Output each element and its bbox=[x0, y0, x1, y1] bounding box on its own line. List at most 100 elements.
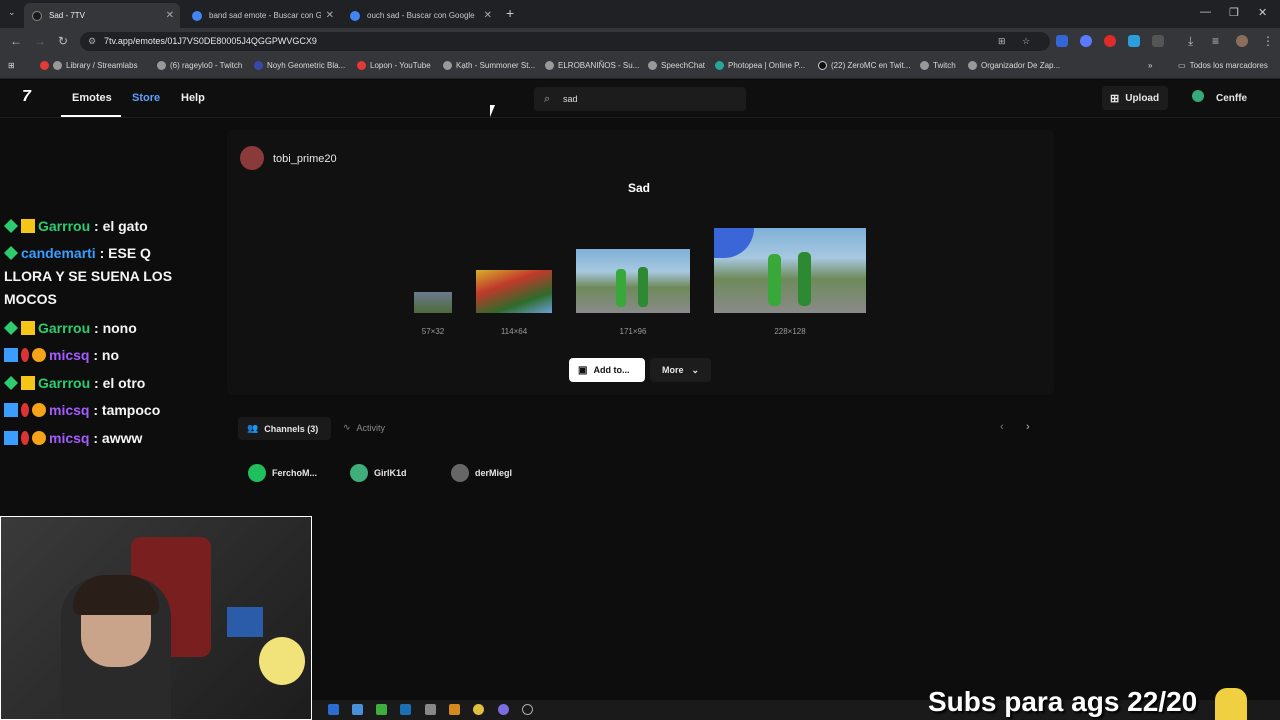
extension-icon[interactable] bbox=[1056, 35, 1068, 47]
mouse-cursor-icon bbox=[490, 105, 495, 117]
close-tab-icon[interactable]: ✕ bbox=[166, 10, 174, 21]
reading-list-icon[interactable]: ≡ bbox=[1212, 34, 1219, 48]
channel-item[interactable]: FerchoM... bbox=[248, 464, 317, 482]
chat-message: candemarti : ESE Q bbox=[4, 245, 151, 261]
user-avatar[interactable] bbox=[1192, 90, 1204, 102]
tab-activity[interactable]: ∿ Activity bbox=[343, 422, 385, 433]
taskbar-app-icon[interactable] bbox=[425, 704, 436, 715]
bookmark-item[interactable]: Library / Streamlabs bbox=[40, 61, 138, 70]
reload-icon[interactable]: ↻ bbox=[58, 34, 68, 48]
prev-page-icon[interactable]: ‹ bbox=[1000, 421, 1004, 433]
bookmark-item[interactable]: Organizador De Zap... bbox=[968, 61, 1060, 70]
steam-icon[interactable] bbox=[400, 704, 411, 715]
bookmark-item[interactable]: Kạth - Summoner St... bbox=[443, 61, 535, 70]
back-icon[interactable]: ← bbox=[10, 34, 22, 48]
bookmark-item[interactable]: (6) rageylo0 - Twitch bbox=[157, 61, 242, 70]
minimize-icon[interactable]: — bbox=[1200, 6, 1211, 18]
chat-message: Garrrou : el gato bbox=[4, 218, 148, 234]
new-tab-button[interactable]: + bbox=[506, 5, 514, 21]
user-name[interactable]: Cenffe bbox=[1216, 93, 1247, 104]
channel-item[interactable]: derMiegl bbox=[451, 464, 512, 482]
close-tab-icon[interactable]: ✕ bbox=[484, 10, 492, 21]
tab-search-icon[interactable]: ⌄ bbox=[8, 7, 16, 18]
apps-grid-icon[interactable]: ⊞ bbox=[8, 61, 15, 70]
tab-ouch-sad[interactable]: ouch sad - Buscar con Google ✕ bbox=[342, 3, 498, 28]
emote-preview-4x[interactable] bbox=[714, 228, 866, 313]
plus-icon: ⊞ bbox=[1110, 92, 1120, 105]
pepper-icon bbox=[21, 431, 29, 445]
bookmark-item[interactable]: Twitch bbox=[920, 61, 956, 70]
emote-preview-1x[interactable] bbox=[414, 292, 452, 313]
chat-message-continued: LLORA Y SE SUENA LOS bbox=[4, 268, 173, 284]
taskbar-app-icon[interactable] bbox=[376, 704, 387, 715]
site-header: 7 Emotes Store Help ⌕ sad ⊞ Upload Cenff… bbox=[0, 80, 1280, 118]
chrome-icon[interactable] bbox=[473, 704, 484, 715]
download-icon[interactable]: ⤓ bbox=[1188, 34, 1193, 49]
extensions-puzzle-icon[interactable] bbox=[1152, 35, 1164, 47]
extension-icon[interactable] bbox=[1104, 35, 1116, 47]
chat-message: Garrrou : nono bbox=[4, 320, 137, 336]
folder-plus-icon: ▣ bbox=[578, 364, 588, 376]
site-info-icon[interactable]: ⚙ bbox=[88, 32, 96, 51]
emote-preview-3x[interactable] bbox=[576, 249, 690, 313]
badge-icon bbox=[4, 403, 18, 417]
more-bookmarks-icon[interactable]: » bbox=[1148, 61, 1152, 70]
emote-preview-2x[interactable] bbox=[476, 270, 552, 313]
search-input[interactable]: ⌕ sad bbox=[534, 87, 746, 111]
7tv-favicon-icon bbox=[32, 10, 42, 21]
upload-button[interactable]: ⊞ Upload bbox=[1102, 86, 1168, 110]
owner-name[interactable]: tobi_prime20 bbox=[273, 153, 337, 165]
bookmark-item[interactable]: Lopon - YouTube bbox=[357, 61, 431, 70]
badge-icon bbox=[32, 403, 46, 417]
tab-band-sad[interactable]: band sad emote - Buscar con G ✕ bbox=[184, 3, 340, 28]
taskbar-app-icon[interactable] bbox=[449, 704, 460, 715]
bookmark-item[interactable]: SpeechChat bbox=[648, 61, 705, 70]
7tv-extension-icon[interactable] bbox=[1128, 35, 1140, 47]
nav-help[interactable]: Help bbox=[181, 92, 205, 104]
more-button[interactable]: More ⌄ bbox=[650, 358, 711, 382]
close-window-icon[interactable]: ✕ bbox=[1258, 6, 1267, 19]
forward-icon[interactable]: → bbox=[34, 34, 46, 48]
size-label: 228×128 bbox=[774, 327, 806, 336]
minion-icon bbox=[1215, 688, 1247, 720]
channel-item[interactable]: GirlK1d bbox=[350, 464, 407, 482]
add-to-button[interactable]: ▣ Add to... bbox=[569, 358, 645, 382]
all-bookmarks-folder[interactable]: ▭ Todos los marcadores bbox=[1178, 61, 1268, 70]
emote-title: Sad bbox=[628, 181, 651, 195]
bookmark-item[interactable]: Noyh Geometric Bla... bbox=[254, 61, 345, 70]
taskbar-app-icon[interactable] bbox=[352, 704, 363, 715]
restore-icon[interactable]: ❐ bbox=[1229, 6, 1239, 19]
bookmark-star-icon[interactable]: ☆ bbox=[1022, 32, 1030, 51]
translate-icon[interactable]: ⊞ bbox=[998, 32, 1006, 51]
7tv-logo[interactable]: 7 bbox=[22, 88, 31, 106]
close-tab-icon[interactable]: ✕ bbox=[326, 10, 334, 21]
browser-tab-bar: ⌄ Sad - 7TV ✕ band sad emote - Buscar co… bbox=[0, 0, 1280, 28]
next-page-icon[interactable]: › bbox=[1026, 421, 1030, 433]
tab-sad-7tv[interactable]: Sad - 7TV ✕ bbox=[24, 3, 180, 28]
menu-icon[interactable]: ⋮ bbox=[1262, 34, 1274, 48]
extension-icon[interactable] bbox=[1080, 35, 1092, 47]
badge-icon bbox=[4, 348, 18, 362]
bookmark-item[interactable]: (22) ZeroMC en Twit... bbox=[818, 61, 910, 70]
taskbar-app-icon[interactable] bbox=[328, 704, 339, 715]
address-bar: ← → ↻ ⚙ 7tv.app/emotes/01J7VS0DE80005J4Q… bbox=[0, 28, 1280, 55]
badge-icon bbox=[4, 219, 18, 233]
bookmark-item[interactable]: Photopea | Online P... bbox=[715, 61, 805, 70]
crown-icon bbox=[21, 219, 35, 233]
owner-avatar[interactable] bbox=[240, 146, 264, 170]
badge-icon bbox=[32, 431, 46, 445]
badge-icon bbox=[4, 246, 18, 260]
active-nav-indicator bbox=[61, 115, 121, 117]
profile-avatar[interactable] bbox=[1236, 35, 1248, 47]
bookmark-item[interactable]: ELROBANIÑOS - Su... bbox=[545, 61, 639, 70]
pepper-icon bbox=[21, 348, 29, 362]
users-icon: 👥 bbox=[247, 423, 259, 433]
size-label: 171×96 bbox=[619, 327, 647, 336]
nav-store[interactable]: Store bbox=[132, 92, 160, 104]
discord-icon[interactable] bbox=[498, 704, 509, 715]
nav-emotes[interactable]: Emotes bbox=[72, 92, 112, 104]
subs-goal-text: Subs para ags 22/20 bbox=[928, 686, 1198, 717]
url-input[interactable]: ⚙ 7tv.app/emotes/01J7VS0DE80005J4QGGPWVG… bbox=[80, 32, 1050, 51]
tab-channels[interactable]: 👥 Channels (3) bbox=[238, 417, 331, 440]
settings-gear-icon[interactable] bbox=[522, 704, 533, 715]
